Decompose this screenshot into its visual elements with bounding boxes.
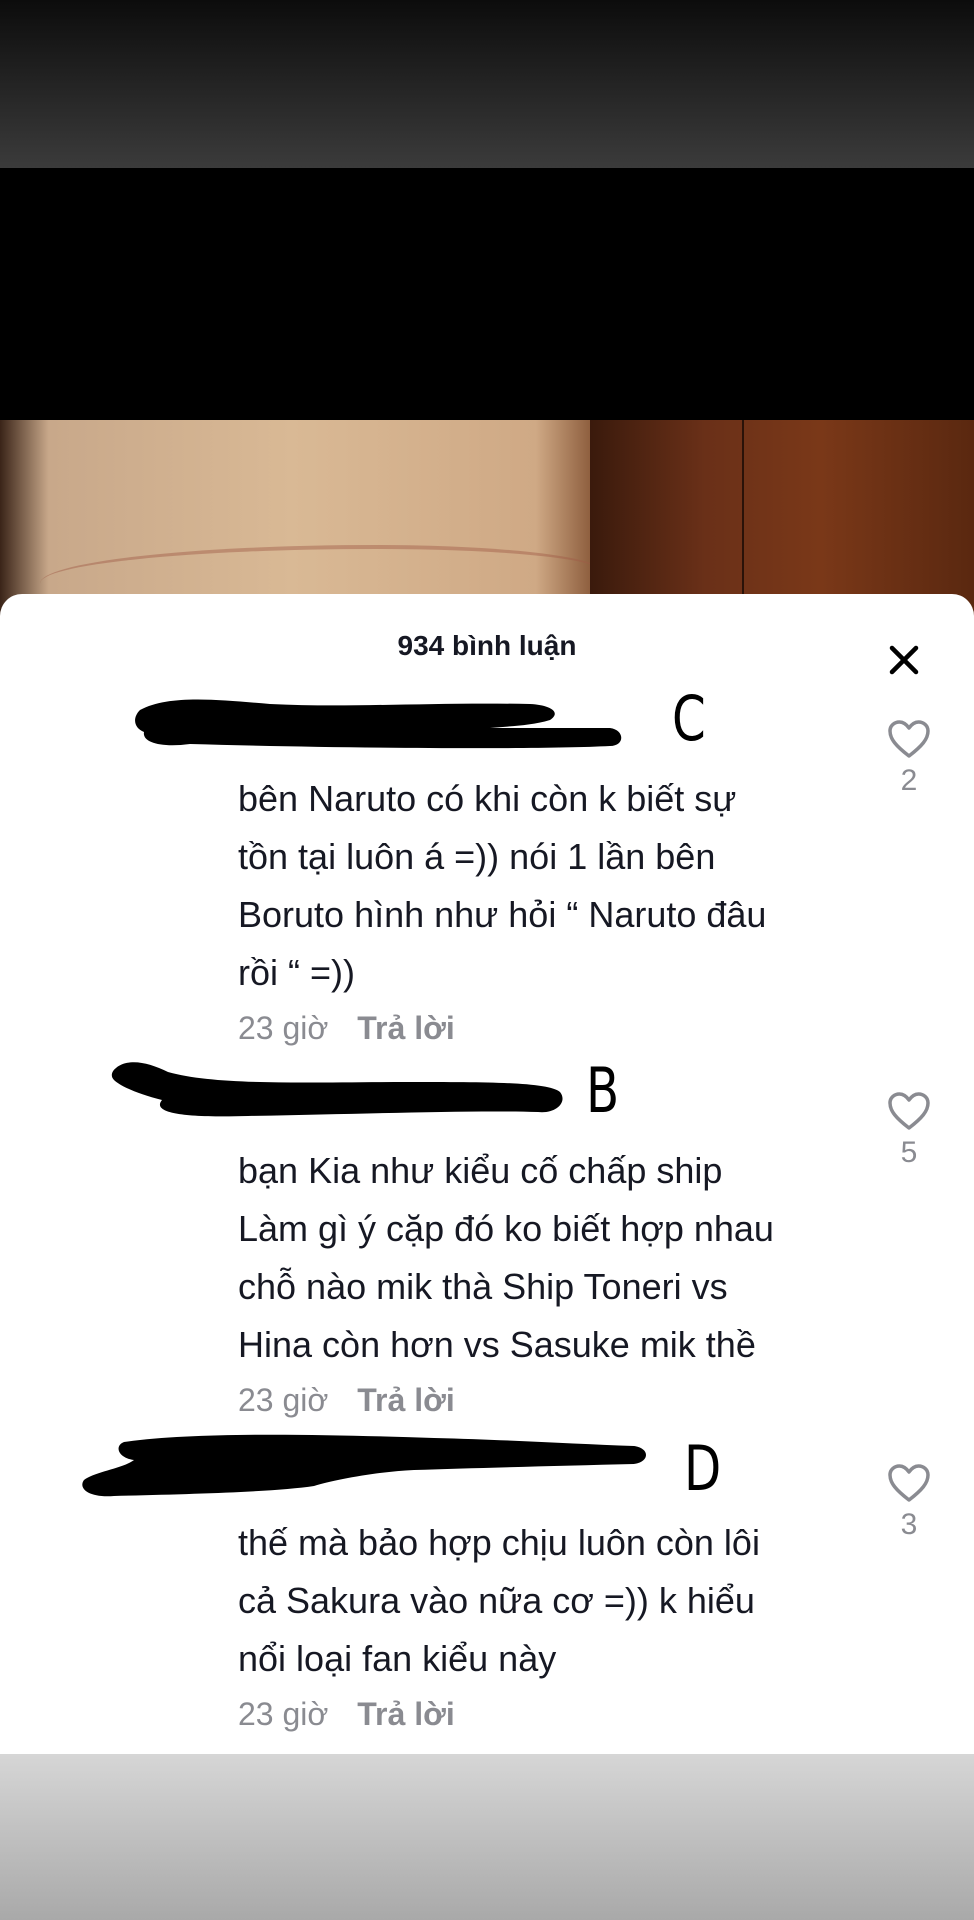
annotation-letter: D (684, 1432, 722, 1505)
comment-text: bên Naruto có khi còn k biết sự tồn tại … (238, 778, 767, 993)
like-button[interactable]: 2 (884, 718, 934, 798)
video-door-edge (742, 420, 744, 620)
username-redaction (82, 1434, 646, 1497)
comment-time: 23 giờ (238, 1382, 329, 1418)
comment-time: 23 giờ (238, 1010, 329, 1046)
like-button[interactable]: 3 (884, 1462, 934, 1542)
comment-text: thế mà bảo hợp chịu luôn còn lôi cả Saku… (238, 1522, 760, 1679)
like-count: 5 (900, 1136, 918, 1169)
comment-meta: 23 giờ Trả lời (238, 1696, 455, 1733)
bottom-area (0, 1754, 974, 1920)
username-redaction (111, 1062, 563, 1117)
close-icon[interactable] (882, 638, 926, 682)
like-button[interactable]: 5 (884, 1090, 934, 1170)
video-top-area (0, 0, 974, 168)
username-redaction (135, 699, 622, 749)
like-count: 3 (900, 1508, 918, 1541)
reply-button[interactable]: Trả lời (357, 1696, 454, 1732)
heart-icon (888, 1464, 930, 1502)
comment-text: bạn Kia như kiểu cố chấp ship Làm gì ý c… (238, 1150, 774, 1365)
comment-meta: 23 giờ Trả lời (238, 1010, 455, 1047)
comment-time: 23 giờ (238, 1696, 329, 1732)
reply-button[interactable]: Trả lời (357, 1010, 454, 1046)
video-door-detail (590, 420, 974, 620)
comments-panel: 934 bình luận C bên Naruto có khi còn k … (0, 594, 974, 1754)
annotation-letter: C (672, 682, 706, 755)
heart-icon (888, 1092, 930, 1130)
heart-icon (888, 720, 930, 758)
like-count: 2 (900, 764, 918, 797)
video-letterbox (0, 168, 974, 420)
reply-button[interactable]: Trả lời (357, 1382, 454, 1418)
video-frame[interactable] (0, 420, 974, 620)
comment-meta: 23 giờ Trả lời (238, 1382, 455, 1419)
comments-count-title: 934 bình luận (397, 630, 577, 661)
annotation-letter: B (586, 1054, 620, 1127)
